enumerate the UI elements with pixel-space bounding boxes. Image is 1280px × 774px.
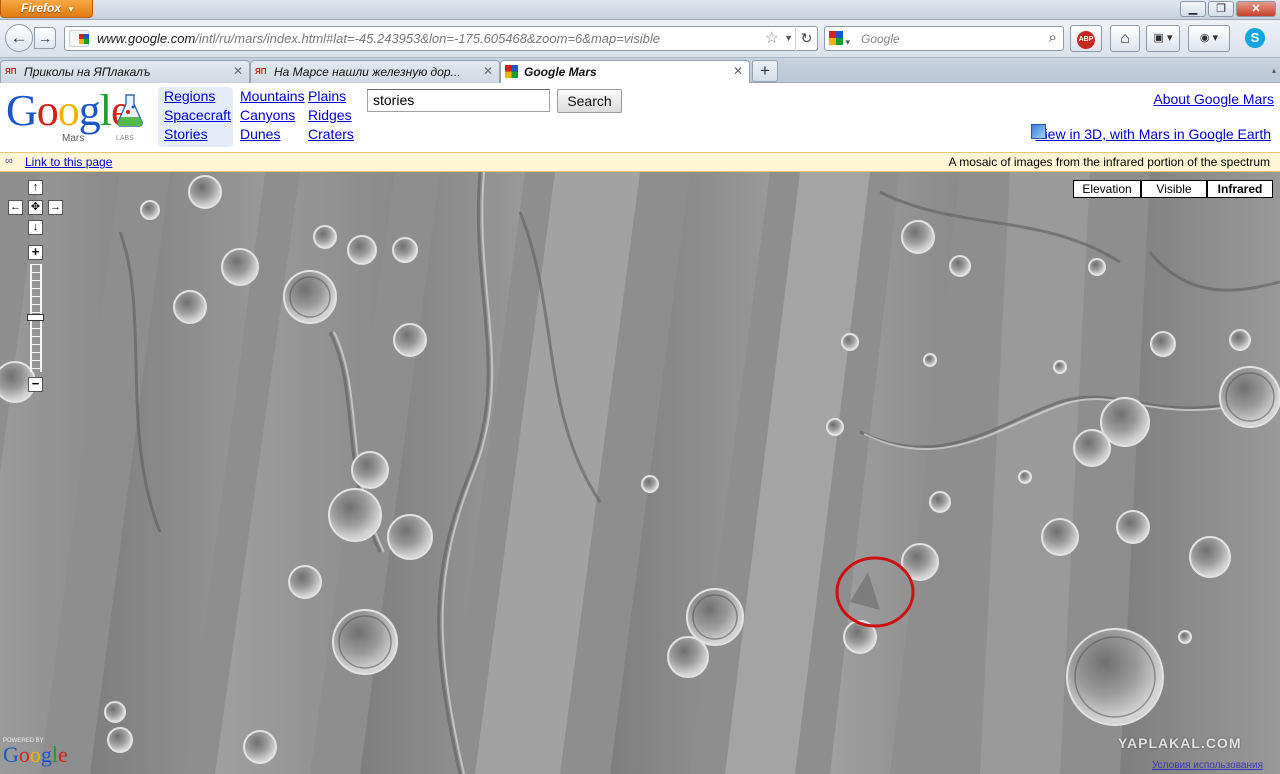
nav-column-2: Mountains Canyons Dunes — [240, 87, 305, 144]
skype-button[interactable]: S — [1236, 25, 1274, 52]
link-chain-icon: ∞ — [5, 155, 13, 167]
search-engine-selector[interactable]: ▾ — [829, 31, 857, 47]
tab-yaplakal[interactable]: ЯП Приколы на ЯПлакалъ ✕ — [0, 60, 250, 83]
tab-google-mars[interactable]: Google Mars ✕ — [500, 60, 750, 84]
nav-link-stories[interactable]: Stories — [164, 125, 233, 144]
search-bar[interactable]: ▾ Google ⌕ — [824, 26, 1064, 51]
map-type-visible[interactable]: Visible — [1141, 180, 1207, 198]
google-mars-logo[interactable]: Google Mars LABS — [6, 89, 152, 145]
restore-icon[interactable]: ❐ — [1208, 1, 1234, 17]
nav-link-regions[interactable]: Regions — [164, 87, 233, 106]
new-tab-button[interactable]: + — [752, 60, 778, 82]
pan-right-icon[interactable]: → — [48, 200, 63, 215]
map-type-infrared[interactable]: Infrared — [1207, 180, 1273, 198]
close-tab-icon[interactable]: ✕ — [233, 64, 243, 78]
chevron-down-icon: ▼ — [67, 5, 75, 14]
logo-subtitle: Mars — [62, 133, 85, 144]
info-bar: ∞ Link to this page A mosaic of images f… — [0, 152, 1280, 172]
tab-bar: ЯП Приколы на ЯПлакалъ ✕ ЯП На Марсе наш… — [0, 58, 1280, 84]
nav-link-canyons[interactable]: Canyons — [240, 106, 305, 125]
terms-of-use-link[interactable]: Условия использования — [1152, 760, 1263, 771]
tab-label: Приколы на ЯПлакалъ — [24, 65, 151, 79]
about-google-mars-link[interactable]: About Google Mars — [1153, 90, 1274, 109]
tab-label: На Марсе нашли железную дор... — [274, 65, 461, 79]
minimize-icon[interactable]: ▁ — [1180, 1, 1206, 17]
mars-search-input[interactable]: stories — [367, 89, 550, 112]
adblock-plus-icon: ABP — [1077, 31, 1095, 49]
nav-link-dunes[interactable]: Dunes — [240, 125, 305, 144]
firefox-menu-label: Firefox — [21, 1, 62, 15]
watermark: YAPLAKAL.COM — [1118, 735, 1242, 751]
map-description: A mosaic of images from the infrared por… — [948, 155, 1270, 169]
address-bar[interactable]: www.google.com/intl/ru/mars/index.html#l… — [64, 26, 818, 51]
navigation-toolbar: ← → www.google.com/intl/ru/mars/index.ht… — [0, 20, 1280, 58]
adblock-button[interactable]: ABP — [1070, 25, 1102, 52]
zoom-slider-thumb[interactable] — [27, 314, 44, 321]
bookmark-star-icon[interactable]: ☆ — [765, 28, 779, 48]
search-button[interactable]: Search — [557, 89, 622, 113]
firefox-menu-button[interactable]: Firefox ▼ — [0, 0, 93, 18]
url-text[interactable]: www.google.com/intl/ru/mars/index.html#l… — [97, 31, 660, 46]
nav-column-3: Plains Ridges Craters — [308, 87, 354, 144]
nav-link-spacecraft[interactable]: Spacecraft — [164, 106, 233, 125]
map-type-control: Elevation Visible Infrared — [1073, 180, 1273, 198]
url-host: www.google.com — [97, 31, 196, 46]
nav-link-mountains[interactable]: Mountains — [240, 87, 305, 106]
url-path: /intl/ru/mars/index.html#lat=-45.243953&… — [195, 31, 660, 46]
home-icon: ⌂ — [1120, 30, 1130, 47]
home-button[interactable]: ⌂ — [1110, 25, 1140, 52]
pan-up-icon[interactable]: ↑ — [28, 180, 43, 195]
google-engine-icon — [829, 31, 843, 45]
google-logo-icon: Google — [6, 86, 131, 135]
search-icon[interactable]: ⌕ — [1049, 29, 1057, 46]
forward-button[interactable]: → — [34, 27, 56, 49]
bookmarks-icon: ▣ ▾ — [1153, 32, 1173, 44]
link-to-this-page[interactable]: Link to this page — [25, 155, 112, 169]
tab-mars-railroad[interactable]: ЯП На Марсе нашли железную дор... ✕ — [250, 60, 500, 83]
google-favicon-icon — [505, 65, 518, 78]
pan-left-icon[interactable]: ← — [8, 200, 23, 215]
url-history-dropdown-icon[interactable]: ▼ — [784, 33, 793, 43]
close-window-icon[interactable]: ✕ — [1236, 1, 1276, 17]
back-button[interactable]: ← — [5, 24, 33, 52]
pan-down-icon[interactable]: ↓ — [28, 220, 43, 235]
yaplakal-favicon-icon: ЯП — [5, 67, 17, 76]
site-identity-icon[interactable] — [69, 30, 89, 47]
search-placeholder: Google — [861, 32, 900, 46]
addon-icon: ◉ ▾ — [1199, 32, 1219, 44]
window-titlebar: Firefox ▼ ▁ ❐ ✕ — [0, 0, 1280, 20]
google-mars-header: Google Mars LABS Regions Spacecraft Stor… — [0, 83, 1280, 153]
google-earth-icon[interactable] — [1031, 124, 1046, 139]
skype-icon: S — [1245, 28, 1265, 48]
zoom-in-button[interactable]: + — [28, 245, 43, 260]
window-controls: ▁ ❐ ✕ — [1180, 1, 1276, 17]
logo-labs: LABS — [116, 135, 134, 142]
view-in-google-earth-link[interactable]: View in 3D, with Mars in Google Earth — [1035, 125, 1271, 144]
yaplakal-favicon-icon: ЯП — [255, 67, 267, 76]
powered-by-google-logo-icon[interactable]: Google — [3, 743, 68, 767]
tab-label: Google Mars — [524, 65, 597, 79]
nav-column-1: Regions Spacecraft Stories — [158, 87, 233, 147]
close-tab-icon[interactable]: ✕ — [733, 64, 743, 78]
mars-map[interactable]: Elevation Visible Infrared ↑ ← ✥ → ↓ + −… — [0, 172, 1280, 774]
reload-icon[interactable]: ↻ — [795, 26, 817, 51]
labs-flask-icon — [117, 94, 143, 127]
google-favicon-icon — [79, 34, 89, 44]
nav-link-ridges[interactable]: Ridges — [308, 106, 354, 125]
addon-button[interactable]: ◉ ▾ — [1188, 25, 1230, 52]
close-tab-icon[interactable]: ✕ — [483, 64, 493, 78]
bookmarks-button[interactable]: ▣ ▾ — [1146, 25, 1180, 52]
pan-center-icon[interactable]: ✥ — [28, 200, 43, 215]
tab-list-icon[interactable]: ▴ — [1272, 66, 1276, 75]
nav-link-craters[interactable]: Craters — [308, 125, 354, 144]
mars-terrain-image[interactable] — [0, 172, 1280, 774]
nav-link-plains[interactable]: Plains — [308, 87, 354, 106]
map-type-elevation[interactable]: Elevation — [1073, 180, 1141, 198]
zoom-out-button[interactable]: − — [28, 377, 43, 392]
